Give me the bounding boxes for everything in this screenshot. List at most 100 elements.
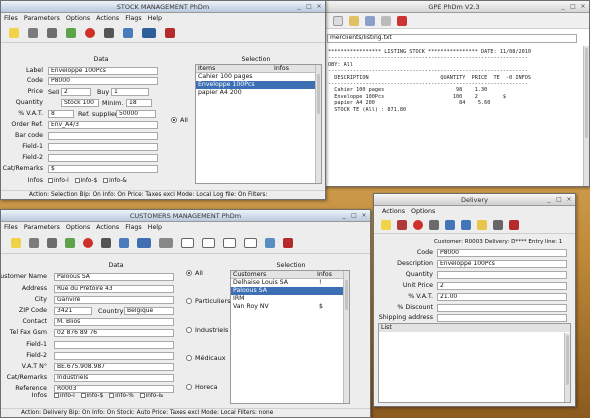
field-input[interactable]: 3421 (54, 307, 92, 315)
open-icon[interactable] (349, 15, 359, 26)
delivery-titlebar[interactable]: Delivery _ □ × (374, 194, 575, 206)
save-icon[interactable] (47, 27, 57, 38)
customers-titlebar[interactable]: CUSTOMERS MANAGEMENT PhDm _ □ × (1, 210, 370, 222)
new-icon[interactable] (381, 219, 391, 230)
new-icon[interactable] (9, 27, 19, 38)
gpe-scrollbar[interactable] (583, 46, 589, 186)
open-icon[interactable] (29, 237, 39, 248)
menu-parameters[interactable]: Parameters (24, 15, 60, 22)
field-input[interactable]: 02 876 89 76 (54, 329, 174, 337)
order-ref-field[interactable]: Env_A4/3 (48, 121, 158, 129)
info-amp-checkbox[interactable]: info-& (139, 393, 163, 399)
col-infos[interactable]: Infos (317, 271, 332, 279)
menu-files[interactable]: Files (4, 15, 18, 22)
field-input[interactable] (437, 271, 567, 279)
exit-icon[interactable] (165, 27, 175, 38)
update-icon[interactable] (66, 27, 76, 38)
menu-options[interactable]: Options (66, 15, 90, 22)
field-input[interactable]: P8000 (437, 249, 567, 257)
info-l-checkbox[interactable]: info-l (54, 393, 75, 399)
buy-field[interactable]: 1 (111, 88, 149, 96)
table-row[interactable]: Delhaise Louis SA! (231, 279, 349, 287)
chart-icon[interactable] (137, 237, 151, 248)
menu-actions[interactable]: Actions (96, 15, 119, 22)
table-row[interactable]: IRM (231, 295, 349, 303)
country-field[interactable]: Belgique (124, 307, 174, 315)
fax-icon[interactable] (159, 237, 173, 248)
info-amp-checkbox[interactable]: info-& (103, 178, 127, 184)
stock-list-scrollbar[interactable] (315, 65, 321, 183)
field-input[interactable]: Rue du Prétoire 43 (54, 285, 174, 293)
field-input[interactable]: M. Blios (54, 318, 174, 326)
minimize-icon[interactable]: _ (545, 196, 553, 204)
close-icon[interactable]: × (360, 212, 368, 220)
radio-all[interactable] (171, 117, 177, 123)
menu-help[interactable]: Help (148, 224, 162, 231)
new-icon[interactable] (333, 15, 343, 26)
label-icon[interactable] (244, 237, 257, 248)
gpe-titlebar[interactable]: GPE PhDm V2.3 _ □ × (319, 1, 589, 13)
table-row[interactable]: Paloous SA (231, 287, 349, 295)
delete-icon[interactable] (85, 27, 95, 38)
field-input[interactable]: R0003 (54, 385, 174, 393)
search-icon[interactable] (101, 237, 111, 248)
radio-particuliers[interactable] (186, 298, 192, 304)
delete-icon[interactable] (413, 219, 423, 230)
radio-horeca[interactable] (186, 384, 192, 390)
edit-icon[interactable] (397, 219, 407, 230)
gpe-path-field[interactable]: merclients/listing.txt (327, 34, 577, 43)
code-field[interactable]: P8000 (48, 77, 158, 85)
new-icon[interactable] (11, 237, 21, 248)
field-input[interactable]: Industriels (54, 374, 174, 382)
col-infos[interactable]: Infos (274, 65, 289, 73)
radio-industriels[interactable] (186, 327, 192, 333)
barcode-field[interactable] (48, 132, 158, 140)
label-field[interactable]: Enveloppe 100Pcs (48, 67, 158, 75)
close-icon[interactable]: × (315, 3, 323, 11)
menu-files[interactable]: Files (4, 224, 18, 231)
menu-parameters[interactable]: Parameters (24, 224, 60, 231)
field-input[interactable]: 21.00 (437, 293, 567, 301)
field-input[interactable] (437, 304, 567, 312)
info-dollar-checkbox[interactable]: info-$ (74, 178, 97, 184)
list-item[interactable]: Cahier 100 pages (196, 73, 321, 81)
maximize-icon[interactable]: □ (569, 3, 577, 11)
down-arrow-icon[interactable] (461, 219, 471, 230)
list-item[interactable]: Enveloppe 100Pcs (196, 81, 321, 89)
field-input[interactable] (54, 352, 174, 360)
maximize-icon[interactable]: □ (305, 3, 313, 11)
delivery-icon[interactable] (265, 237, 275, 248)
search-icon[interactable] (104, 27, 114, 38)
vat-field[interactable]: 8 (48, 110, 74, 118)
exit-icon[interactable] (509, 219, 519, 230)
note-icon[interactable] (477, 219, 487, 230)
cat-remarks-field[interactable]: $ (48, 165, 158, 173)
exit-icon[interactable] (283, 237, 293, 248)
minimize-icon[interactable]: _ (559, 3, 567, 11)
save-icon[interactable] (47, 237, 57, 248)
col-customers[interactable]: Customers (233, 271, 266, 279)
menu-actions[interactable]: Actions (96, 224, 119, 231)
minim-field[interactable]: 18 (126, 99, 152, 107)
print-icon[interactable] (493, 219, 503, 230)
minimize-icon[interactable]: _ (295, 3, 303, 11)
field-input[interactable] (54, 341, 174, 349)
card-icon[interactable] (223, 237, 236, 248)
maximize-icon[interactable]: □ (350, 212, 358, 220)
stock-titlebar[interactable]: STOCK MANAGEMENT PhDm _ □ × (1, 1, 325, 13)
menu-actions[interactable]: Actions (382, 208, 405, 215)
open-icon[interactable] (28, 27, 38, 38)
mail-icon[interactable] (181, 237, 194, 248)
menu-options[interactable]: Options (66, 224, 90, 231)
update-icon[interactable] (65, 237, 75, 248)
field-input[interactable]: Enveloppe 100Pcs (437, 260, 567, 268)
minimize-icon[interactable]: _ (340, 212, 348, 220)
radio-all[interactable] (186, 270, 192, 276)
field-input[interactable] (437, 314, 567, 322)
sell-field[interactable]: 2 (61, 88, 91, 96)
field1-field[interactable] (48, 143, 158, 151)
field-input[interactable]: BE.675.908.987 (54, 363, 174, 371)
menu-options[interactable]: Options (411, 208, 435, 215)
delete-icon[interactable] (83, 237, 93, 248)
menu-help[interactable]: Help (148, 15, 162, 22)
